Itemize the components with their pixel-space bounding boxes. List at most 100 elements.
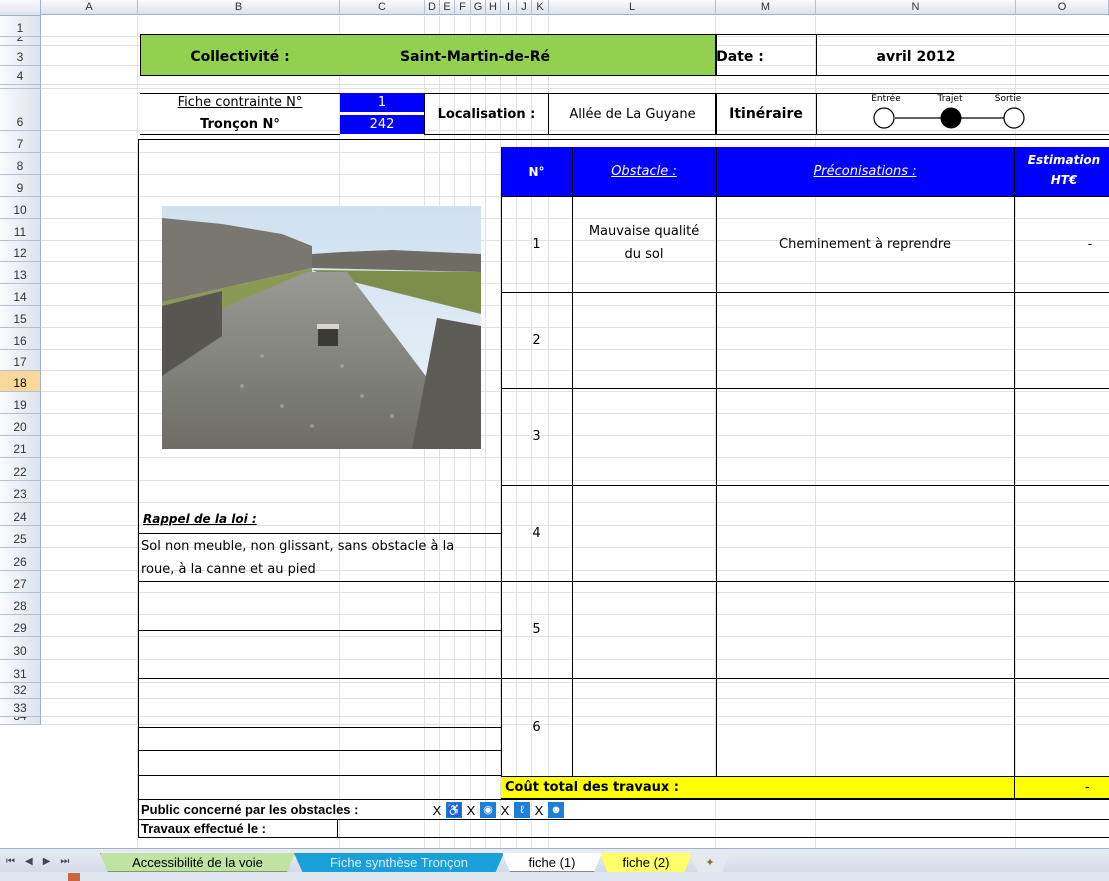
rappel-text-2[interactable]: roue, à la canne et au pied	[141, 562, 316, 577]
row-header-33[interactable]: 33	[0, 699, 41, 717]
header-preconisations[interactable]: Préconisations :	[716, 147, 1014, 196]
tab-fiche-1[interactable]: fiche (1)	[502, 853, 602, 872]
rappel-title[interactable]: Rappel de la loi :	[143, 512, 257, 526]
row-header-8[interactable]: 8	[0, 153, 41, 175]
preconisation-1[interactable]: Cheminement à reprendre	[716, 196, 1014, 292]
gridline-row	[41, 614, 1109, 615]
first-sheet-icon[interactable]: ⏮	[6, 856, 15, 867]
row-header-7[interactable]: 7	[0, 131, 41, 153]
select-all-corner[interactable]	[0, 0, 41, 16]
row-header-25[interactable]: 25	[0, 526, 41, 548]
column-header-h[interactable]: H	[486, 0, 501, 15]
row-header-3[interactable]: 3	[0, 46, 41, 66]
public-label[interactable]: Public concerné par les obstacles :	[141, 802, 358, 817]
column-header-j[interactable]: J	[517, 0, 532, 15]
row-header-13[interactable]: 13	[0, 262, 41, 284]
localisation-value[interactable]: Allée de La Guyane	[549, 93, 716, 135]
mark-2[interactable]: X	[462, 803, 480, 818]
fiche-contrainte-value[interactable]: 1	[340, 93, 424, 112]
header-num[interactable]: N°	[501, 147, 572, 196]
row-header-9[interactable]: 9	[0, 175, 41, 197]
mark-3[interactable]: X	[496, 803, 514, 818]
column-header-o[interactable]: O	[1016, 0, 1109, 15]
column-header-k[interactable]: K	[532, 0, 549, 15]
column-header-i[interactable]: I	[501, 0, 517, 15]
row-header-10[interactable]: 10	[0, 197, 41, 219]
row-header-21[interactable]: 21	[0, 436, 41, 458]
column-header-n[interactable]: N	[816, 0, 1016, 15]
date-value[interactable]: avril 2012	[816, 42, 1016, 72]
row-header-4[interactable]: 4	[0, 66, 41, 85]
column-header-m[interactable]: M	[716, 0, 816, 15]
row-header-27[interactable]: 27	[0, 571, 41, 593]
prev-sheet-icon[interactable]: ◀	[25, 856, 33, 867]
row-header-22[interactable]: 22	[0, 458, 41, 481]
row-header-14[interactable]: 14	[0, 284, 41, 306]
collectivite-value[interactable]: Saint-Martin-de-Ré	[340, 42, 610, 72]
row-header-31[interactable]: 31	[0, 660, 41, 683]
table-h2	[501, 388, 1109, 389]
row-header-11[interactable]: 11	[0, 219, 41, 241]
row-header-34[interactable]: 34	[0, 717, 41, 725]
row-header-15[interactable]: 15	[0, 306, 41, 328]
tab-fiche-2[interactable]: fiche (2)	[600, 853, 692, 872]
obstacle-1-line2[interactable]: du sol	[572, 244, 716, 264]
troncon-label[interactable]: Tronçon N°	[140, 115, 340, 134]
itineraire-label[interactable]: Itinéraire	[716, 93, 816, 135]
row-num-1[interactable]: 1	[501, 196, 572, 292]
row-header-16[interactable]: 16	[0, 328, 41, 350]
rappel-text-1[interactable]: Sol non meuble, non glissant, sans obsta…	[141, 539, 454, 554]
date-label[interactable]: Date :	[716, 42, 764, 72]
column-header-g[interactable]: G	[471, 0, 486, 15]
row-num-6[interactable]: 6	[501, 678, 572, 776]
last-sheet-icon[interactable]: ⏭	[60, 856, 69, 867]
row-num-2[interactable]: 2	[501, 292, 572, 388]
estimation-1[interactable]: -	[1080, 196, 1100, 292]
column-header-l[interactable]: L	[549, 0, 716, 15]
troncon-value[interactable]: 242	[340, 115, 424, 134]
total-label[interactable]: Coût total des travaux :	[505, 780, 679, 795]
row-header-20[interactable]: 20	[0, 414, 41, 436]
row-header-24[interactable]: 24	[0, 503, 41, 526]
row-header-23[interactable]: 23	[0, 481, 41, 503]
row-header-6[interactable]: 6	[0, 89, 41, 131]
row-header-18[interactable]: 18	[0, 371, 41, 392]
localisation-label[interactable]: Localisation :	[424, 93, 549, 135]
mark-1[interactable]: X	[428, 803, 446, 818]
next-sheet-icon[interactable]: ▶	[43, 856, 51, 867]
record-macro-icon[interactable]	[68, 873, 80, 881]
tab-accessibilite[interactable]: Accessibilité de la voie	[100, 853, 295, 872]
obstacle-1-line1[interactable]: Mauvaise qualité	[572, 221, 716, 241]
header-obstacle[interactable]: Obstacle :	[572, 147, 716, 196]
row-header-12[interactable]: 12	[0, 241, 41, 262]
mark-4[interactable]: X	[530, 803, 548, 818]
row-header-1[interactable]: 1	[0, 16, 41, 37]
row-header-19[interactable]: 19	[0, 392, 41, 414]
gridline-row	[41, 88, 1109, 89]
itinerary-steps-icon	[873, 107, 1025, 129]
collectivite-label[interactable]: Collectivité :	[140, 42, 340, 72]
row-header-26[interactable]: 26	[0, 548, 41, 571]
total-value[interactable]: -	[1085, 780, 1090, 795]
row-num-4[interactable]: 4	[501, 485, 572, 581]
fiche-contrainte-label[interactable]: Fiche contrainte N°	[140, 93, 340, 112]
header-estimation-2[interactable]: HT€	[1014, 170, 1109, 190]
column-header-a[interactable]: A	[41, 0, 138, 15]
left-line-4	[138, 727, 501, 728]
row-num-3[interactable]: 3	[501, 388, 572, 485]
row-header-28[interactable]: 28	[0, 593, 41, 615]
column-header-f[interactable]: F	[455, 0, 471, 15]
row-header-32[interactable]: 32	[0, 683, 41, 699]
column-header-c[interactable]: C	[340, 0, 425, 15]
row-header-17[interactable]: 17	[0, 350, 41, 371]
column-header-b[interactable]: B	[138, 0, 340, 15]
row-header-2[interactable]: 2	[0, 37, 41, 46]
tab-fiche-synthese[interactable]: Fiche synthèse Tronçon	[294, 853, 504, 872]
header-estimation-1[interactable]: Estimation	[1014, 150, 1109, 170]
column-header-e[interactable]: E	[440, 0, 455, 15]
column-header-d[interactable]: D	[425, 0, 440, 15]
row-header-29[interactable]: 29	[0, 615, 41, 637]
travaux-label[interactable]: Travaux effectué le :	[141, 821, 266, 836]
row-header-30[interactable]: 30	[0, 637, 41, 660]
row-num-5[interactable]: 5	[501, 581, 572, 678]
